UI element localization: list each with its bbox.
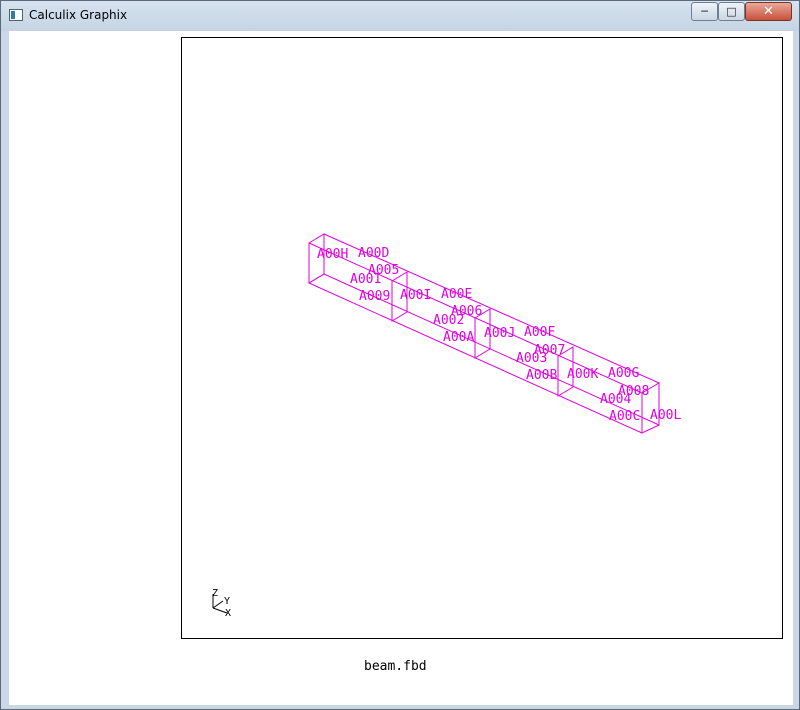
element-label: A00E: [441, 287, 472, 302]
close-button[interactable]: ✕: [745, 2, 792, 21]
element-label: A00C: [609, 409, 640, 424]
axis-label: Z: [212, 588, 218, 599]
element-label: A00L: [650, 408, 681, 423]
element-label: A00J: [484, 326, 515, 341]
element-label: A003: [516, 351, 547, 366]
axis-label: X: [225, 608, 231, 619]
element-label: A00D: [358, 246, 389, 261]
window-title: Calculix Graphix: [29, 8, 128, 22]
element-label: A00H: [317, 247, 348, 262]
element-label: A00A: [443, 330, 474, 345]
element-label: A00F: [524, 325, 555, 340]
element-label: A00I: [400, 288, 431, 303]
maximize-button[interactable]: □: [718, 2, 745, 21]
element-label: A00B: [526, 368, 557, 383]
maximize-icon: □: [726, 5, 737, 18]
axis-label: Y: [224, 596, 230, 607]
app-window: Calculix Graphix ─ □ ✕ A00H A00D A005 A0…: [0, 0, 800, 710]
app-icon: [9, 9, 23, 21]
title-bar[interactable]: Calculix Graphix ─ □ ✕: [1, 1, 799, 31]
element-label: A004: [600, 392, 631, 407]
beam-model: A00H A00DA005A001A009 A00I A00EA006A002A00A…: [212, 233, 681, 619]
element-label: A009: [359, 289, 390, 304]
graphics-viewport[interactable]: A00H A00D A005 A001 A009 A00I A00E A006 A002 A00A…: [181, 37, 783, 639]
element-label: A001: [350, 272, 381, 287]
close-icon: ✕: [763, 4, 774, 19]
element-label: A002: [433, 313, 464, 328]
element-label: A00G: [608, 366, 639, 381]
minimize-button[interactable]: ─: [691, 2, 718, 21]
status-filename: beam.fbd: [364, 659, 427, 674]
minimize-icon: ─: [701, 5, 708, 18]
client-area: A00H A00D A005 A001 A009 A00I A00E A006 A002 A00A…: [9, 31, 793, 705]
element-label: A00K: [567, 367, 598, 382]
